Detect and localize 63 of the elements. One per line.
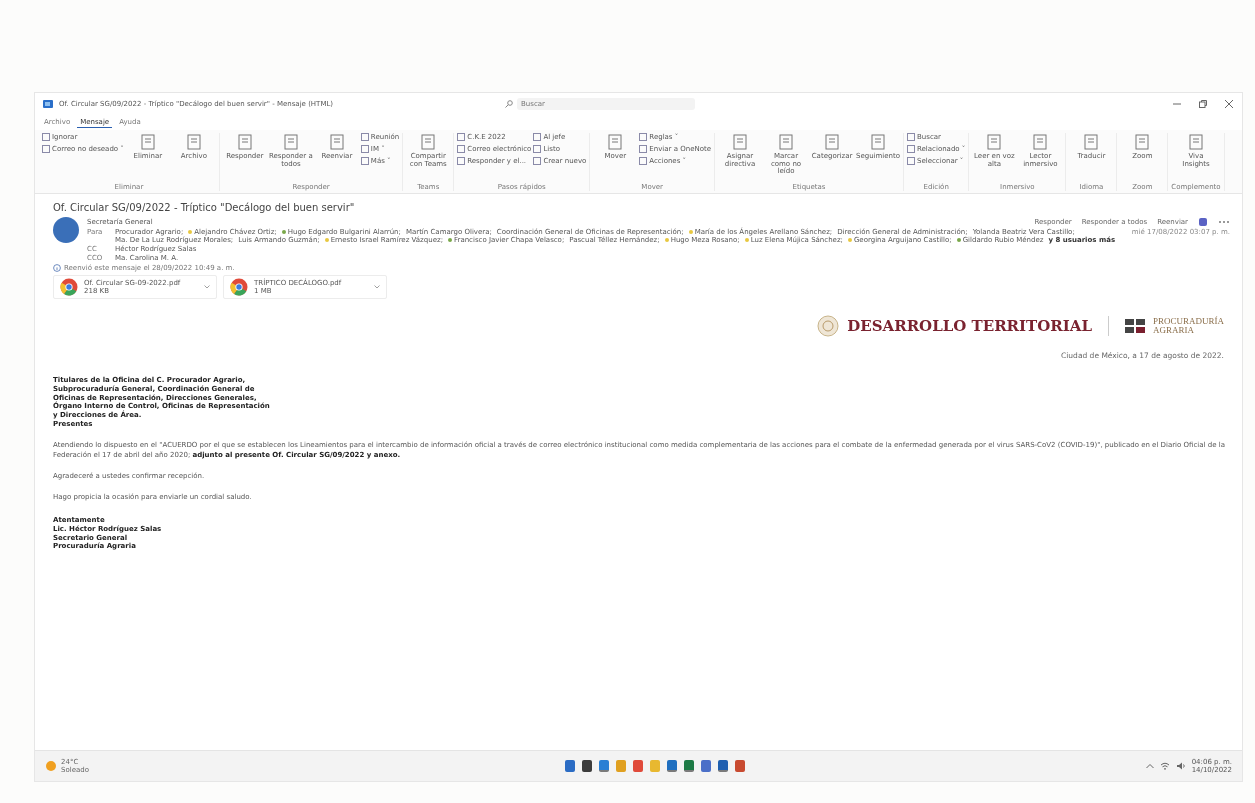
taskbar-app-icon[interactable] bbox=[582, 760, 592, 772]
document-icon bbox=[1133, 133, 1152, 151]
document-icon bbox=[1031, 133, 1050, 151]
square-icon bbox=[533, 157, 542, 165]
restore-icon bbox=[1198, 99, 1208, 109]
seal-icon bbox=[817, 315, 840, 337]
square-icon bbox=[457, 157, 466, 165]
taskbar-app-icon[interactable] bbox=[684, 760, 694, 772]
document-icon bbox=[184, 133, 203, 151]
chevron-up-icon bbox=[1145, 763, 1154, 769]
document-icon bbox=[1082, 133, 1101, 151]
taskbar-app-icon[interactable] bbox=[599, 760, 609, 772]
document-icon bbox=[138, 133, 157, 151]
message-subject: Of. Circular SG/09/2022 - Tríptico "Decálogo del buen servir" bbox=[53, 202, 356, 213]
document-icon bbox=[281, 133, 300, 151]
speaker-icon bbox=[1175, 762, 1186, 770]
teams-icon bbox=[1198, 217, 1208, 227]
square-icon bbox=[360, 133, 369, 141]
taskbar-app-icon[interactable] bbox=[701, 760, 711, 772]
document-icon bbox=[823, 133, 841, 151]
square-icon bbox=[457, 145, 466, 153]
caret-icon bbox=[374, 285, 380, 289]
taskbar-app-icon[interactable] bbox=[667, 760, 677, 772]
taskbar-app-icon[interactable] bbox=[718, 760, 728, 772]
document-icon bbox=[327, 133, 346, 151]
document-icon bbox=[606, 133, 625, 151]
close-icon bbox=[1224, 99, 1234, 109]
browser-icon bbox=[230, 278, 248, 296]
taskbar-app-icon[interactable] bbox=[735, 760, 745, 772]
square-icon bbox=[639, 145, 648, 153]
square-icon bbox=[457, 133, 466, 141]
square-icon bbox=[907, 157, 915, 165]
square-icon bbox=[533, 133, 542, 141]
square-icon bbox=[360, 145, 369, 153]
document-icon bbox=[235, 133, 254, 151]
logo-icon bbox=[1125, 319, 1145, 333]
square-icon bbox=[639, 157, 648, 165]
document-icon bbox=[731, 133, 749, 151]
square-icon bbox=[907, 145, 915, 153]
app-icon bbox=[43, 99, 53, 109]
taskbar-app-icon[interactable] bbox=[633, 760, 643, 772]
browser-icon bbox=[60, 278, 78, 296]
document-icon bbox=[777, 133, 795, 151]
square-icon bbox=[639, 133, 648, 141]
square-icon bbox=[907, 133, 915, 141]
info-icon bbox=[53, 264, 61, 272]
search-icon bbox=[505, 100, 513, 108]
square-icon bbox=[42, 145, 50, 153]
brand-name: DESARROLLO TERRITORIAL bbox=[847, 317, 1092, 335]
sun-icon bbox=[45, 760, 57, 772]
wifi-icon bbox=[1159, 762, 1170, 770]
document-icon bbox=[419, 133, 438, 151]
square-icon bbox=[42, 133, 50, 141]
document-icon bbox=[1187, 133, 1205, 151]
avatar-icon bbox=[53, 217, 79, 243]
taskbar-app-icon[interactable] bbox=[565, 760, 575, 772]
document-icon bbox=[869, 133, 887, 151]
square-icon bbox=[533, 145, 542, 153]
square-icon bbox=[360, 157, 369, 165]
agency-name: PROCURADURÍA bbox=[1153, 317, 1224, 326]
document-icon bbox=[985, 133, 1004, 151]
agency-name: AGRARIA bbox=[1153, 326, 1195, 335]
caret-icon bbox=[204, 285, 210, 289]
